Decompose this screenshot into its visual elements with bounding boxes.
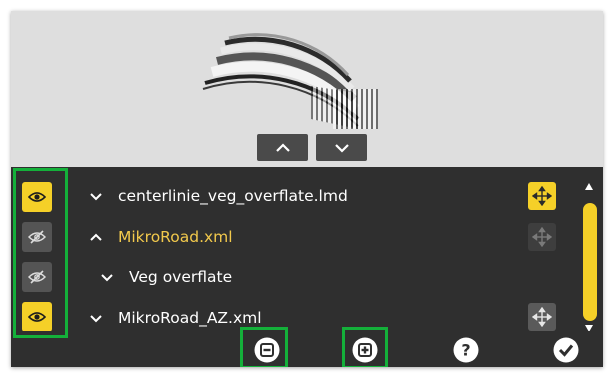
checkmark-icon [553, 337, 579, 363]
chevron-down-icon [90, 314, 102, 322]
tree-item-centerlinie[interactable]: centerlinie_veg_overflate.lmd [89, 181, 348, 211]
visibility-toggle-4[interactable] [22, 302, 52, 332]
move-layer-button-1[interactable] [528, 182, 556, 210]
move-icon [532, 307, 552, 327]
tree-item-label: MikroRoad.xml [118, 228, 233, 246]
tree-item-label: Veg overflate [129, 268, 233, 286]
move-layer-button-2[interactable] [528, 223, 556, 251]
chevron-up-icon [275, 142, 290, 152]
visibility-toggle-1[interactable] [22, 182, 52, 212]
eye-off-icon [28, 230, 46, 244]
chevron-up-icon [90, 233, 102, 241]
layer-panel: centerlinie_veg_overflate.lmd MikroRoad.… [11, 167, 603, 367]
tree-item-label: MikroRoad_AZ.xml [118, 309, 262, 327]
tree-item-label: centerlinie_veg_overflate.lmd [118, 187, 348, 205]
confirm-button[interactable] [549, 333, 583, 367]
move-down-button[interactable] [316, 134, 367, 161]
layer-manager-window: centerlinie_veg_overflate.lmd MikroRoad.… [11, 11, 603, 367]
move-icon [532, 186, 552, 206]
remove-layer-button[interactable] [250, 333, 284, 367]
plus-box-icon [352, 337, 378, 363]
eye-off-icon [28, 270, 46, 284]
scrollbar[interactable] [577, 175, 603, 333]
model-preview[interactable] [11, 11, 603, 167]
move-icon [532, 227, 552, 247]
add-layer-button[interactable] [348, 333, 382, 367]
tree-item-mikroroad[interactable]: MikroRoad.xml [89, 222, 233, 252]
visibility-column [11, 167, 70, 332]
scroll-up-icon[interactable] [585, 183, 593, 190]
visibility-toggle-3[interactable] [22, 262, 52, 292]
help-button[interactable]: ? [449, 333, 483, 367]
chevron-down-icon [334, 143, 349, 153]
minus-box-icon [254, 337, 280, 363]
eye-icon [28, 312, 46, 322]
question-icon: ? [453, 337, 479, 363]
chevron-down-icon [90, 192, 102, 200]
scrollbar-thumb[interactable] [583, 203, 597, 321]
move-up-button[interactable] [257, 134, 308, 161]
tree-item-mikroroad-az[interactable]: MikroRoad_AZ.xml [89, 303, 262, 333]
eye-icon [28, 192, 46, 202]
chevron-down-icon [101, 273, 113, 281]
tree-item-veg-overflate[interactable]: Veg overflate [100, 262, 232, 292]
visibility-toggle-2[interactable] [22, 222, 52, 252]
svg-text:?: ? [461, 341, 470, 360]
move-layer-button-3[interactable] [528, 303, 556, 331]
bottom-toolbar: ? [11, 331, 603, 367]
